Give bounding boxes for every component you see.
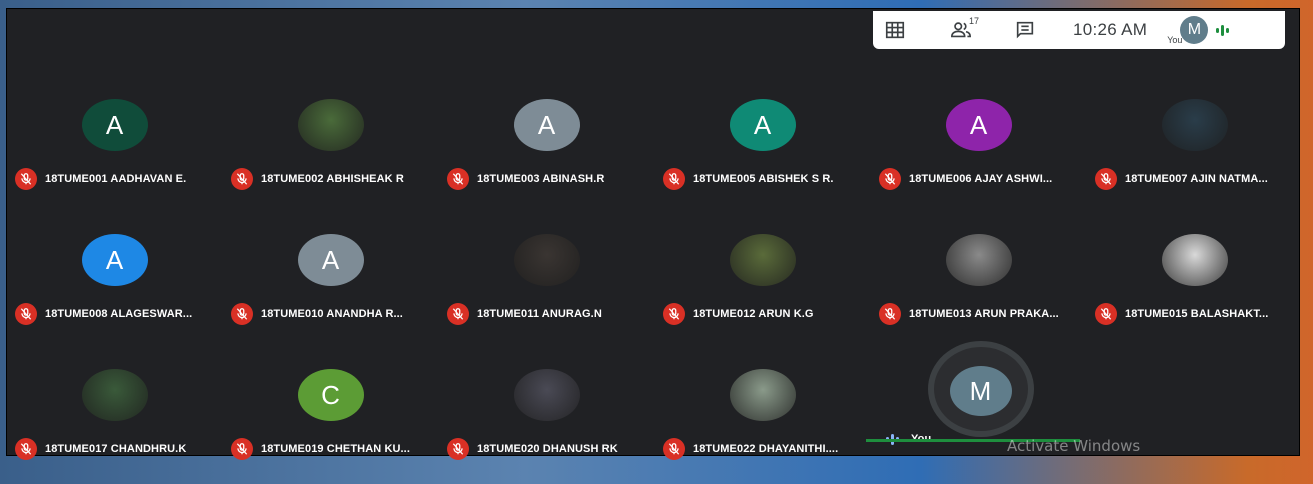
participant-tile[interactable]: 18TUME007 AJIN NATMA... (1087, 84, 1302, 214)
participant-name: 18TUME017 CHANDHRU.K (45, 443, 187, 455)
participant-avatar: A (81, 99, 148, 151)
participant-photo (1161, 99, 1228, 151)
participant-photo (945, 234, 1012, 286)
participant-name: 18TUME005 ABISHEK S R. (693, 173, 834, 185)
participant-name: 18TUME007 AJIN NATMA... (1125, 173, 1268, 185)
mic-muted-icon (879, 168, 901, 190)
self-label: You (1167, 35, 1183, 45)
mic-muted-icon (663, 438, 685, 460)
nameplate: 18TUME007 AJIN NATMA... (1095, 168, 1268, 190)
participant-count: 17 (968, 16, 979, 26)
mic-muted-icon (231, 303, 253, 325)
mic-muted-icon (879, 303, 901, 325)
self-avatar[interactable]: M (1180, 16, 1209, 44)
meeting-grid: 17 10:26 AM You M A 18TUME001 AADHAVAN E.… (6, 8, 1302, 460)
clock: 10:26 AM (1073, 20, 1148, 39)
activate-windows-watermark: Activate Windows (1007, 437, 1141, 455)
participant-photo (297, 99, 364, 151)
mic-muted-icon (447, 438, 469, 460)
speaking-indicator-icon (1216, 24, 1230, 36)
participant-name: 18TUME001 AADHAVAN E. (45, 173, 187, 185)
self-tile[interactable]: M You (873, 347, 1088, 479)
people-button[interactable]: 17 (947, 16, 979, 44)
participant-tile[interactable]: 18TUME011 ANURAG.N (439, 219, 654, 349)
participant-avatar: A (729, 99, 796, 151)
participant-photo (1161, 234, 1228, 286)
participant-name: 18TUME008 ALAGESWAR... (45, 308, 193, 320)
mic-muted-icon (1095, 303, 1117, 325)
participant-avatar: A (297, 234, 364, 286)
participant-name: 18TUME006 AJAY ASHWI... (909, 173, 1053, 185)
mic-muted-icon (15, 303, 37, 325)
meeting-toolbar: 17 10:26 AM You M (873, 11, 1285, 49)
participant-avatar: A (513, 99, 580, 151)
nameplate: 18TUME003 ABINASH.R (447, 168, 604, 190)
participant-name: 18TUME020 DHANUSH RK (477, 443, 618, 455)
participant-photo (513, 234, 580, 286)
mic-muted-icon (447, 303, 469, 325)
nameplate: 18TUME013 ARUN PRAKA... (879, 303, 1059, 325)
participant-tile[interactable]: A 18TUME005 ABISHEK S R. (655, 84, 870, 214)
mic-muted-icon (15, 438, 37, 460)
nameplate: 18TUME022 DHAYANITHI.... (663, 438, 838, 460)
nameplate: 18TUME015 BALASHAKT... (1095, 303, 1268, 325)
participant-avatar: A (945, 99, 1012, 151)
participant-tile[interactable]: A 18TUME006 AJAY ASHWI... (871, 84, 1086, 214)
participant-name: 18TUME022 DHAYANITHI.... (693, 443, 839, 455)
participant-avatar: C (297, 369, 364, 421)
participant-photo (81, 369, 148, 421)
grid-layout-icon[interactable] (881, 16, 909, 44)
participant-tile[interactable]: 18TUME012 ARUN K.G (655, 219, 870, 349)
participant-name: 18TUME012 ARUN K.G (693, 308, 814, 320)
participant-tile[interactable]: A 18TUME008 ALAGESWAR... (7, 219, 222, 349)
participant-name: 18TUME015 BALASHAKT... (1125, 308, 1269, 320)
participant-name: 18TUME003 ABINASH.R (477, 173, 605, 185)
self-tile-avatar: M (949, 366, 1012, 416)
participant-tile[interactable]: A 18TUME001 AADHAVAN E. (7, 84, 222, 214)
participant-tile[interactable]: A 18TUME003 ABINASH.R (439, 84, 654, 214)
participant-photo (513, 369, 580, 421)
nameplate: 18TUME020 DHANUSH RK (447, 438, 618, 460)
participant-avatar: A (81, 234, 148, 286)
participant-photo (729, 369, 796, 421)
nameplate: 18TUME017 CHANDHRU.K (15, 438, 186, 460)
participant-name: 18TUME019 CHETHAN KU... (261, 443, 410, 455)
participant-name: 18TUME013 ARUN PRAKA... (909, 308, 1059, 320)
participant-name: 18TUME010 ANANDHA R... (261, 308, 403, 320)
mic-muted-icon (447, 168, 469, 190)
mic-muted-icon (231, 438, 253, 460)
participant-photo (729, 234, 796, 286)
nameplate: 18TUME008 ALAGESWAR... (15, 303, 192, 325)
participant-tile[interactable]: 18TUME020 DHANUSH RK (439, 354, 654, 484)
participant-tile[interactable]: 18TUME013 ARUN PRAKA... (871, 219, 1086, 349)
participant-tile[interactable]: C 18TUME019 CHETHAN KU... (223, 354, 438, 484)
nameplate: 18TUME011 ANURAG.N (447, 303, 602, 325)
nameplate: 18TUME002 ABHISHEAK R (231, 168, 404, 190)
participant-tile[interactable]: 18TUME017 CHANDHRU.K (7, 354, 222, 484)
nameplate: 18TUME001 AADHAVAN E. (15, 168, 186, 190)
mic-muted-icon (231, 168, 253, 190)
mic-muted-icon (663, 168, 685, 190)
chat-icon[interactable] (1011, 16, 1039, 44)
participant-tile[interactable]: 18TUME015 BALASHAKT... (1087, 219, 1302, 349)
nameplate: 18TUME019 CHETHAN KU... (231, 438, 410, 460)
nameplate: 18TUME006 AJAY ASHWI... (879, 168, 1052, 190)
mic-muted-icon (15, 168, 37, 190)
participant-tile[interactable]: 18TUME022 DHAYANITHI.... (655, 354, 870, 484)
mic-muted-icon (1095, 168, 1117, 190)
nameplate: 18TUME012 ARUN K.G (663, 303, 814, 325)
participant-name: 18TUME002 ABHISHEAK R (261, 173, 404, 185)
participant-name: 18TUME011 ANURAG.N (477, 308, 602, 320)
participant-tile[interactable]: 18TUME002 ABHISHEAK R (223, 84, 438, 214)
nameplate: 18TUME010 ANANDHA R... (231, 303, 403, 325)
mic-muted-icon (663, 303, 685, 325)
participant-tile[interactable]: A 18TUME010 ANANDHA R... (223, 219, 438, 349)
nameplate: 18TUME005 ABISHEK S R. (663, 168, 834, 190)
